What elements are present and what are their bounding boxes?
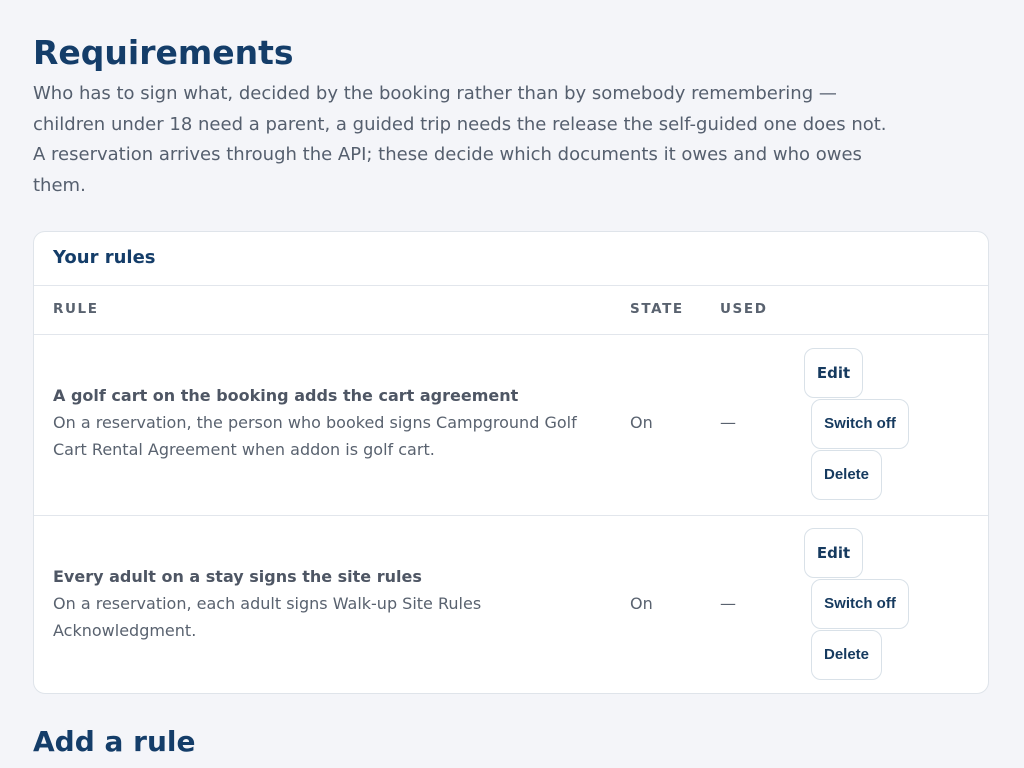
rules-card-title: Your rules <box>53 247 156 268</box>
column-header-state: STATE <box>630 301 684 317</box>
column-header-used: USED <box>720 301 768 317</box>
rule-description: On a reservation, each adult signs Walk-… <box>53 594 482 640</box>
rules-card: Your rules RULE STATE USED A golf cart o… <box>33 231 989 694</box>
rule-state: On <box>630 413 653 432</box>
column-header-rule: RULE <box>53 301 99 317</box>
card-header-divider <box>34 285 988 286</box>
rule-used: — <box>720 594 736 613</box>
table-row: Every adult on a stay signs the site rul… <box>34 516 988 693</box>
rule-used: — <box>720 413 736 432</box>
page-title: Requirements <box>33 33 294 72</box>
rule-state: On <box>630 594 653 613</box>
page-intro: Who has to sign what, decided by the boo… <box>33 83 887 196</box>
rule-title: Every adult on a stay signs the site rul… <box>53 567 422 586</box>
delete-rule-button[interactable]: Delete <box>811 450 882 500</box>
rule-title: A golf cart on the booking adds the cart… <box>53 386 519 405</box>
requirements-page: Requirements Who has to sign what, decid… <box>0 0 1024 768</box>
delete-rule-button[interactable]: Delete <box>811 630 882 680</box>
edit-rule-button[interactable]: Edit <box>804 528 863 578</box>
rule-description: On a reservation, the person who booked … <box>53 413 577 459</box>
table-row: A golf cart on the booking adds the cart… <box>34 335 988 515</box>
add-rule-heading: Add a rule <box>33 725 196 758</box>
edit-rule-button[interactable]: Edit <box>804 348 863 398</box>
switch-off-rule-button[interactable]: Switch off <box>811 399 909 449</box>
switch-off-rule-button[interactable]: Switch off <box>811 579 909 629</box>
